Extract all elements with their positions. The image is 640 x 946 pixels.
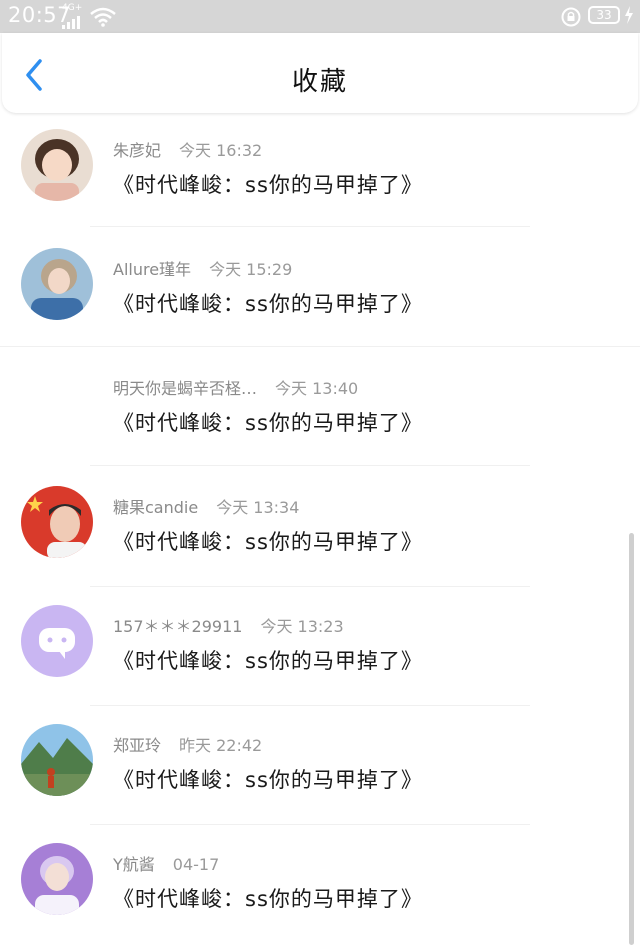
author-name: 157＊＊＊29911: [113, 617, 243, 636]
lock-icon: [561, 7, 581, 31]
item-meta: 郑亚玲 昨天 22:42: [113, 732, 262, 756]
avatar: [21, 843, 93, 915]
item-meta: Allure瑾年 今天 15:29: [113, 256, 292, 280]
timestamp: 今天 13:40: [275, 379, 359, 398]
story-title: 《时代峰峻：ss你的马甲掉了》: [113, 530, 423, 554]
avatar: [21, 129, 93, 201]
timestamp: 今天 13:23: [260, 617, 344, 636]
author-name: Allure瑾年: [113, 260, 192, 279]
favorite-item[interactable]: Y航酱 04-17 《时代峰峻：ss你的马甲掉了》: [0, 827, 640, 946]
item-meta: 糖果candie 今天 13:34: [113, 494, 299, 518]
author-name: 明天你是蝎辛否柽…: [113, 379, 258, 398]
divider: [90, 705, 530, 706]
status-bar: 20:57 4G+ 33: [0, 0, 640, 33]
favorite-item[interactable]: 朱彦妃 今天 16:32 《时代峰峻：ss你的马甲掉了》: [0, 113, 640, 232]
battery-level: 33: [588, 6, 620, 24]
favorite-item[interactable]: 糖果candie 今天 13:34 《时代峰峻：ss你的马甲掉了》: [0, 470, 640, 589]
header: 收藏: [2, 33, 638, 113]
favorite-item[interactable]: 明天你是蝎辛否柽… 今天 13:40 《时代峰峻：ss你的马甲掉了》: [0, 351, 640, 470]
story-title: 《时代峰峻：ss你的马甲掉了》: [113, 173, 423, 197]
charging-icon: [624, 6, 634, 28]
divider: [90, 226, 530, 227]
scrollbar[interactable]: [629, 533, 634, 945]
item-meta: Y航酱 04-17: [113, 851, 219, 875]
avatar: [21, 486, 93, 558]
wifi-icon: [90, 7, 116, 31]
timestamp: 今天 13:34: [216, 498, 300, 517]
author-name: 糖果candie: [113, 498, 199, 517]
page-title: 收藏: [291, 67, 348, 97]
divider: [90, 586, 530, 587]
signal-icon: [62, 14, 84, 33]
favorite-item[interactable]: 郑亚玲 昨天 22:42 《时代峰峻：ss你的马甲掉了》: [0, 708, 640, 827]
timestamp: 昨天 22:42: [179, 736, 263, 755]
divider: [90, 465, 530, 466]
author-name: Y航酱: [113, 855, 155, 874]
divider: [0, 346, 640, 347]
story-title: 《时代峰峻：ss你的马甲掉了》: [113, 411, 423, 435]
avatar: [21, 724, 93, 796]
story-title: 《时代峰峻：ss你的马甲掉了》: [113, 887, 423, 911]
avatar: [21, 248, 93, 320]
item-meta: 朱彦妃 今天 16:32: [113, 137, 262, 161]
item-meta: 明天你是蝎辛否柽… 今天 13:40: [113, 375, 358, 399]
timestamp: 今天 15:29: [209, 260, 293, 279]
author-name: 朱彦妃: [113, 141, 162, 160]
chat-bubble-icon: [21, 605, 93, 677]
author-name: 郑亚玲: [113, 736, 162, 755]
timestamp: 今天 16:32: [179, 141, 263, 160]
favorite-item[interactable]: 157＊＊＊29911 今天 13:23 《时代峰峻：ss你的马甲掉了》: [0, 589, 640, 708]
favorite-item[interactable]: Allure瑾年 今天 15:29 《时代峰峻：ss你的马甲掉了》: [0, 232, 640, 351]
network-type: 4G+: [62, 3, 83, 13]
story-title: 《时代峰峻：ss你的马甲掉了》: [113, 292, 423, 316]
story-title: 《时代峰峻：ss你的马甲掉了》: [113, 649, 423, 673]
item-meta: 157＊＊＊29911 今天 13:23: [113, 613, 344, 637]
timestamp: 04-17: [172, 855, 220, 874]
divider: [90, 824, 530, 825]
story-title: 《时代峰峻：ss你的马甲掉了》: [113, 768, 423, 792]
